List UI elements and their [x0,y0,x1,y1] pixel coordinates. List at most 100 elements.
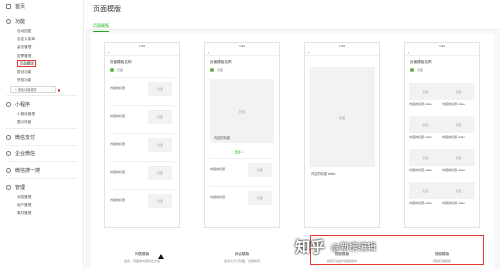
item-title: 内容的标题 [210,195,226,199]
video-grid-row: 封面 内容的标题 video 封面 内容的标题 video [409,83,475,111]
preview-author: 页面 [405,65,479,72]
sidebar-section-label: 企业微信 [15,151,36,158]
phone-preview[interactable]: 1:21 ‹ 页面模板名称 页面 封面 内容的标题 video 封面 内容的标题 v… [404,42,480,228]
grid-cover: 封面 [409,149,442,166]
phone-preview[interactable]: 1:21 ‹ 页面模板名称 页面 内容的标题 封面 内容的标题 封面 内容的标题 封面… [104,42,180,228]
item-cover: 封面 [148,82,172,96]
status-time: 1:21 [239,44,245,48]
template-name: 列表模版 [134,252,150,256]
item-cover: 封面 [148,166,172,180]
status-time: 1:21 [139,44,145,48]
grid-title: 内容的标题 video [442,135,466,139]
item-title: 内容的标题 [110,198,126,202]
divider [6,178,77,179]
item-title: 内容的标题 [110,86,126,90]
status-time: 1:21 [439,44,445,48]
more-link[interactable]: 更多 > [235,150,244,154]
grid-cover: 封面 [442,182,475,199]
divider [6,128,77,129]
main-area: 页面模版 页面模版 1:21 ‹ 页面模板名称 页面 内容的标题 封面 内容的标题… [85,0,500,269]
divider [6,144,77,146]
list-item: 内容的标题 封面 [210,186,274,208]
divider [6,95,77,96]
item-title: 内容的标题 [110,142,126,146]
sidebar-section-manage[interactable]: 管理 [0,182,83,193]
add-plugin-button[interactable]: + 添加功能插件 [10,86,60,94]
sidebar-item-page-templates[interactable]: 页面模版 [0,60,83,68]
sidebar-section-wecom[interactable]: 企业微信 [0,148,83,159]
page-title: 页面模版 [93,6,121,13]
sidebar-item-home[interactable]: 首页 [0,0,83,13]
sidebar-item-rewards[interactable]: 赞赏功能 [0,76,83,84]
sidebar-item-auto-reply[interactable]: 自动回复 [0,27,83,35]
sidebar-item-miniprogram-manage[interactable]: 小程序管理 [0,110,83,118]
sidebar-section-search[interactable]: 微信搜一搜 [0,165,83,176]
video-title: 内容的标题 video [311,172,336,176]
watermark-text: @新榜编辑 [331,242,377,253]
back-icon: ‹ [405,49,479,56]
grid-item: 封面内容的标题 video [409,83,442,111]
zhihu-logo: 知乎 [295,237,326,256]
grid-title: 内容的标题 video [442,102,466,106]
grid-item: 封面内容的标题 video [409,149,442,177]
wecom-icon [6,151,11,157]
grid-item: 封面 内容的标题 video [409,182,442,210]
sidebar-item-scenes[interactable]: 展示场景 [0,118,83,126]
template-desc: 适合，视图或内容列表方案 [123,258,160,263]
status-bar: 1:21 [405,43,479,49]
search-icon [6,168,11,174]
phone-preview[interactable]: 1:21 ‹ 封面 内容的标题 video [304,42,380,228]
sidebar: 首页 功能 自动回复 自定义菜单 留言管理 投票管理 页面模版 原创功能 赞赏功… [0,0,84,269]
sidebar-section-features[interactable]: 功能 [0,16,83,27]
grid-cover: 封面 [409,83,442,100]
template-card-list: 1:21 ‹ 页面模板名称 页面 内容的标题 封面 内容的标题 封面 内容的标题 封面… [104,42,180,268]
grid-item: 封面内容的标题 video [442,83,475,111]
grid-title: 内容的标题 video [442,201,466,205]
features-icon [6,19,11,24]
sidebar-item-comments[interactable]: 留言管理 [0,43,83,51]
status-bar: 1:21 [305,43,379,49]
sidebar-item-users[interactable]: 用户管理 [0,201,83,209]
grid-title: 内容的标题 video [409,102,433,106]
grid-title: 内容的标题 video [442,168,466,172]
sidebar-section-miniprogram[interactable]: 小程序 [0,99,83,110]
back-icon: ‹ [305,49,379,56]
list-item: 内容的标题 封面 [210,158,274,180]
tab-page-templates[interactable]: 页面模版 [93,23,109,32]
phone-preview[interactable]: 1:21 ‹ 页面模板名称 页面 封面 内容的标题 更多 > 内容的标题 封面 内… [204,42,280,228]
item-cover: 封面 [148,110,172,124]
sidebar-item-materials[interactable]: 素材管理 [0,209,83,217]
author-name: 页面 [217,68,224,72]
preview-author: 页面 [205,65,279,72]
avatar [410,68,414,72]
home-icon [6,4,11,9]
template-gallery: 1:21 ‹ 页面模板名称 页面 内容的标题 封面 内容的标题 封面 内容的标题 封面… [91,34,494,269]
item-cover: 封面 [248,191,272,205]
list-item: 内容的标题 封面 [110,161,174,183]
grid-title: 内容的标题 video [409,201,433,205]
sidebar-item-original[interactable]: 原创功能 [0,68,83,76]
grid-cover: 封面 [442,83,475,100]
item-cover: 封面 [148,138,172,152]
grid-title: 内容的标题 video [409,168,433,172]
avatar [210,68,214,72]
item-title: 内容的标题 [110,170,126,174]
grid-item: 封面 内容的标题 video [409,116,442,144]
page-header: 页面模版 页面模版 [85,0,500,32]
card-footer: 列表模版 适合，视图或内容列表方案 选择 [104,252,180,269]
sidebar-item-messages[interactable]: 消息管理 [0,193,83,201]
cover-title: 内容的标题 [214,136,230,140]
status-time: 1:21 [339,44,345,48]
list-item: 内容的标题 封面 [110,133,174,155]
avatar [110,68,114,72]
grid-item: 封面内容的标题 video [442,116,475,144]
status-bar: 1:21 [105,43,179,49]
preview-page-title: 页面模板名称 [210,60,232,64]
author-name: 页面 [417,68,424,72]
item-cover: 封面 [248,163,272,177]
sidebar-section-wechat-pay[interactable]: 微信支付 [0,132,83,143]
sidebar-section-label: 管理 [15,184,26,191]
grid-cover: 封面 [442,116,475,133]
sidebar-item-votes[interactable]: 投票管理 [0,52,83,60]
sidebar-item-custom-menu[interactable]: 自定义菜单 [0,35,83,43]
